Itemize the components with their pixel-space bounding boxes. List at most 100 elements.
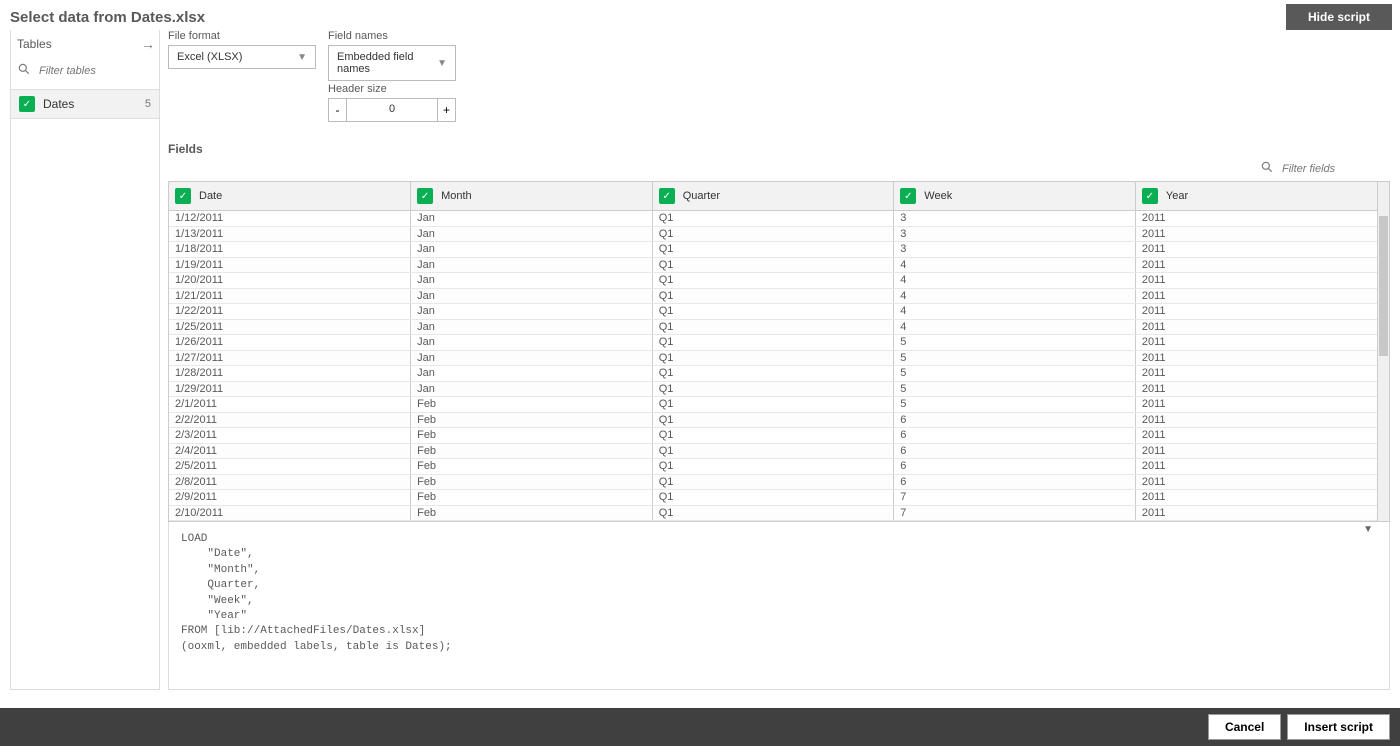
- checkbox-icon[interactable]: ✓: [659, 188, 675, 204]
- stepper-plus-button[interactable]: +: [437, 99, 455, 121]
- table-cell: 1/12/2011: [169, 211, 411, 227]
- table-cell: 2011: [1135, 273, 1377, 289]
- table-cell: Jan: [411, 381, 653, 397]
- stepper-value: 0: [347, 99, 437, 121]
- table-row[interactable]: 2/1/2011FebQ152011: [169, 397, 1377, 413]
- table-cell: 4: [894, 257, 1136, 273]
- table-row[interactable]: 1/13/2011JanQ132011: [169, 226, 1377, 242]
- table-cell: 4: [894, 273, 1136, 289]
- table-row[interactable]: 1/12/2011JanQ132011: [169, 211, 1377, 227]
- stepper-minus-button[interactable]: -: [329, 99, 347, 121]
- column-header[interactable]: ✓ Date: [169, 182, 411, 211]
- vertical-scrollbar[interactable]: [1377, 182, 1389, 521]
- table-cell: Jan: [411, 366, 653, 382]
- table-cell: 2/2/2011: [169, 412, 411, 428]
- filter-tables-input[interactable]: [37, 64, 153, 78]
- table-cell: Q1: [652, 412, 894, 428]
- table-cell: 2011: [1135, 288, 1377, 304]
- table-row[interactable]: 1/19/2011JanQ142011: [169, 257, 1377, 273]
- table-row[interactable]: 2/2/2011FebQ162011: [169, 412, 1377, 428]
- table-cell: Q1: [652, 288, 894, 304]
- table-cell: 1/25/2011: [169, 319, 411, 335]
- fields-table-container: ✓Date✓Month✓Quarter✓Week✓Year 1/12/2011J…: [168, 181, 1390, 522]
- table-cell: 1/19/2011: [169, 257, 411, 273]
- table-row[interactable]: 1/29/2011JanQ152011: [169, 381, 1377, 397]
- checkbox-icon[interactable]: ✓: [900, 188, 916, 204]
- page-title: Select data from Dates.xlsx: [10, 9, 205, 26]
- checkbox-icon[interactable]: ✓: [1142, 188, 1158, 204]
- table-cell: 7: [894, 505, 1136, 521]
- table-row[interactable]: 2/3/2011FebQ162011: [169, 428, 1377, 444]
- table-cell: Q1: [652, 257, 894, 273]
- table-row[interactable]: 2/9/2011FebQ172011: [169, 490, 1377, 506]
- hide-script-button[interactable]: Hide script: [1286, 4, 1392, 30]
- table-cell: Jan: [411, 319, 653, 335]
- checkbox-icon[interactable]: ✓: [175, 188, 191, 204]
- table-cell: Q1: [652, 490, 894, 506]
- filter-fields-input[interactable]: [1280, 162, 1360, 176]
- table-cell: Q1: [652, 226, 894, 242]
- table-cell: 2011: [1135, 459, 1377, 475]
- table-cell: 1/28/2011: [169, 366, 411, 382]
- table-cell: Q1: [652, 335, 894, 351]
- field-names-value: Embedded field names: [337, 51, 429, 75]
- column-header[interactable]: ✓Year: [1135, 182, 1377, 211]
- table-cell: Feb: [411, 459, 653, 475]
- table-cell: 5: [894, 397, 1136, 413]
- table-cell: Feb: [411, 428, 653, 444]
- file-format-select[interactable]: Excel (XLSX) ▼: [168, 45, 316, 69]
- table-row[interactable]: 2/4/2011FebQ162011: [169, 443, 1377, 459]
- table-cell: Q1: [652, 350, 894, 366]
- table-cell: Q1: [652, 319, 894, 335]
- table-cell: 5: [894, 335, 1136, 351]
- table-row[interactable]: 1/28/2011JanQ152011: [169, 366, 1377, 382]
- table-cell: Feb: [411, 505, 653, 521]
- table-row[interactable]: 1/18/2011JanQ132011: [169, 242, 1377, 258]
- table-cell: 2011: [1135, 490, 1377, 506]
- table-cell: 2/8/2011: [169, 474, 411, 490]
- table-item-dates[interactable]: ✓ Dates 5: [11, 89, 159, 119]
- table-row[interactable]: 1/26/2011JanQ152011: [169, 335, 1377, 351]
- table-cell: Q1: [652, 443, 894, 459]
- column-header[interactable]: ✓Quarter: [652, 182, 894, 211]
- checkbox-icon[interactable]: ✓: [417, 188, 433, 204]
- table-cell: 2011: [1135, 335, 1377, 351]
- expand-arrow-icon[interactable]: →: [141, 36, 155, 52]
- table-cell: 2011: [1135, 505, 1377, 521]
- table-cell: 2011: [1135, 257, 1377, 273]
- table-cell: Jan: [411, 242, 653, 258]
- scroll-down-icon[interactable]: ▼: [1363, 524, 1373, 535]
- table-cell: 1/27/2011: [169, 350, 411, 366]
- chevron-down-icon: ▼: [297, 52, 307, 63]
- footer-bar: Cancel Insert script: [0, 708, 1400, 746]
- scrollbar-thumb[interactable]: [1379, 216, 1388, 356]
- table-row[interactable]: 1/20/2011JanQ142011: [169, 273, 1377, 289]
- cancel-button[interactable]: Cancel: [1208, 714, 1281, 740]
- table-cell: Jan: [411, 288, 653, 304]
- table-row[interactable]: 2/8/2011FebQ162011: [169, 474, 1377, 490]
- table-row[interactable]: 1/21/2011JanQ142011: [169, 288, 1377, 304]
- table-row[interactable]: 2/10/2011FebQ172011: [169, 505, 1377, 521]
- table-cell: Feb: [411, 412, 653, 428]
- table-row[interactable]: 1/25/2011JanQ142011: [169, 319, 1377, 335]
- column-label: Date: [199, 190, 222, 202]
- table-cell: Jan: [411, 211, 653, 227]
- table-cell: 3: [894, 211, 1136, 227]
- table-cell: Feb: [411, 474, 653, 490]
- table-cell: Jan: [411, 226, 653, 242]
- table-cell: 2011: [1135, 242, 1377, 258]
- column-header[interactable]: ✓Week: [894, 182, 1136, 211]
- column-header[interactable]: ✓Month: [411, 182, 653, 211]
- table-cell: 3: [894, 226, 1136, 242]
- table-cell: Feb: [411, 490, 653, 506]
- insert-script-button[interactable]: Insert script: [1287, 714, 1390, 740]
- table-cell: 2011: [1135, 304, 1377, 320]
- table-row[interactable]: 1/27/2011JanQ152011: [169, 350, 1377, 366]
- table-row[interactable]: 2/5/2011FebQ162011: [169, 459, 1377, 475]
- table-cell: 4: [894, 304, 1136, 320]
- field-names-select[interactable]: Embedded field names ▼: [328, 45, 456, 81]
- table-cell: Q1: [652, 381, 894, 397]
- table-cell: 2011: [1135, 366, 1377, 382]
- table-row[interactable]: 1/22/2011JanQ142011: [169, 304, 1377, 320]
- table-cell: Jan: [411, 257, 653, 273]
